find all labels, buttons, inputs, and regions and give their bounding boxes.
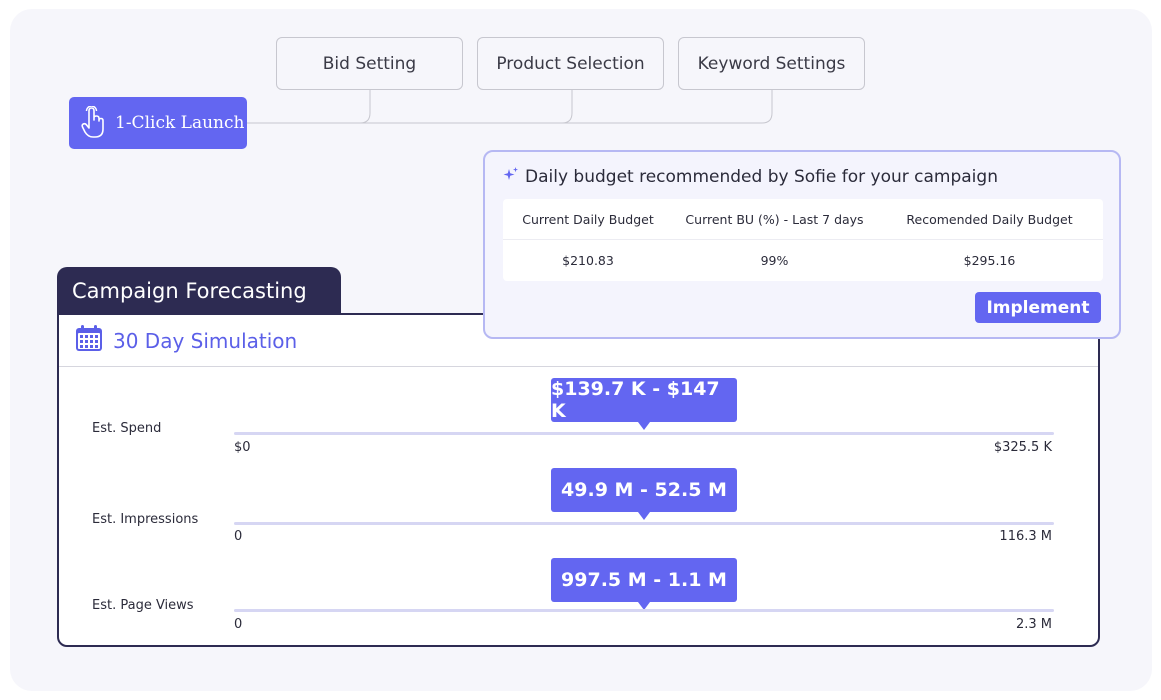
impressions-track xyxy=(234,522,1054,525)
recommended-daily-budget-value: $295.16 xyxy=(963,253,1016,268)
spend-min: $0 xyxy=(234,440,251,455)
forecast-panel: 30 Day Simulation Est. Spend $139.7 K - … xyxy=(57,313,1100,647)
campaign-forecasting-tab: Campaign Forecasting xyxy=(57,267,341,315)
column-header: Recomended Daily Budget xyxy=(906,211,1073,227)
spend-track xyxy=(234,432,1054,435)
pointer-hand-icon xyxy=(79,105,107,141)
launch-label: 1-Click Launch xyxy=(115,113,245,133)
simulation-title: 30 Day Simulation xyxy=(113,328,298,353)
column-header: Current BU (%) - Last 7 days xyxy=(685,211,864,227)
implement-button[interactable]: Implement xyxy=(975,292,1101,323)
impressions-range-badge: 49.9 M - 52.5 M xyxy=(551,468,737,520)
metric-label-impressions: Est. Impressions xyxy=(92,512,199,527)
impressions-min: 0 xyxy=(234,529,243,544)
step-keyword-settings[interactable]: Keyword Settings xyxy=(678,37,865,90)
page-views-min: 0 xyxy=(234,617,243,632)
calendar-icon xyxy=(75,324,103,357)
step-product-selection[interactable]: Product Selection xyxy=(477,37,664,90)
recommendation-title: Daily budget recommended by Sofie for yo… xyxy=(503,166,998,187)
column-header: Current Daily Budget xyxy=(522,211,654,227)
impressions-max: 116.3 M xyxy=(999,529,1052,544)
spend-max: $325.5 K xyxy=(993,440,1052,455)
one-click-launch-button[interactable]: 1-Click Launch xyxy=(69,97,247,149)
metric-label-spend: Est. Spend xyxy=(92,421,162,436)
page-views-track xyxy=(234,609,1054,612)
budget-table: Current Daily Budget Current BU (%) - La… xyxy=(503,199,1103,281)
sparkle-icon xyxy=(503,166,519,187)
budget-table-header: Current Daily Budget Current BU (%) - La… xyxy=(503,199,1103,240)
recommendation-title-text: Daily budget recommended by Sofie for yo… xyxy=(525,166,998,187)
budget-recommendation-card: Daily budget recommended by Sofie for yo… xyxy=(483,150,1121,339)
page-views-max: 2.3 M xyxy=(1015,617,1052,632)
page-views-range-badge: 997.5 M - 1.1 M xyxy=(551,558,737,610)
metric-label-page-views: Est. Page Views xyxy=(92,598,194,613)
spend-range-badge: $139.7 K - $147 K xyxy=(551,378,737,430)
current-daily-budget-value: $210.83 xyxy=(562,253,614,268)
forecasting-tab-label: Campaign Forecasting xyxy=(72,279,307,303)
step-bid-setting[interactable]: Bid Setting xyxy=(276,37,463,90)
budget-table-row: $210.83 99% $295.16 xyxy=(503,240,1103,281)
current-bu-value: 99% xyxy=(760,253,789,268)
